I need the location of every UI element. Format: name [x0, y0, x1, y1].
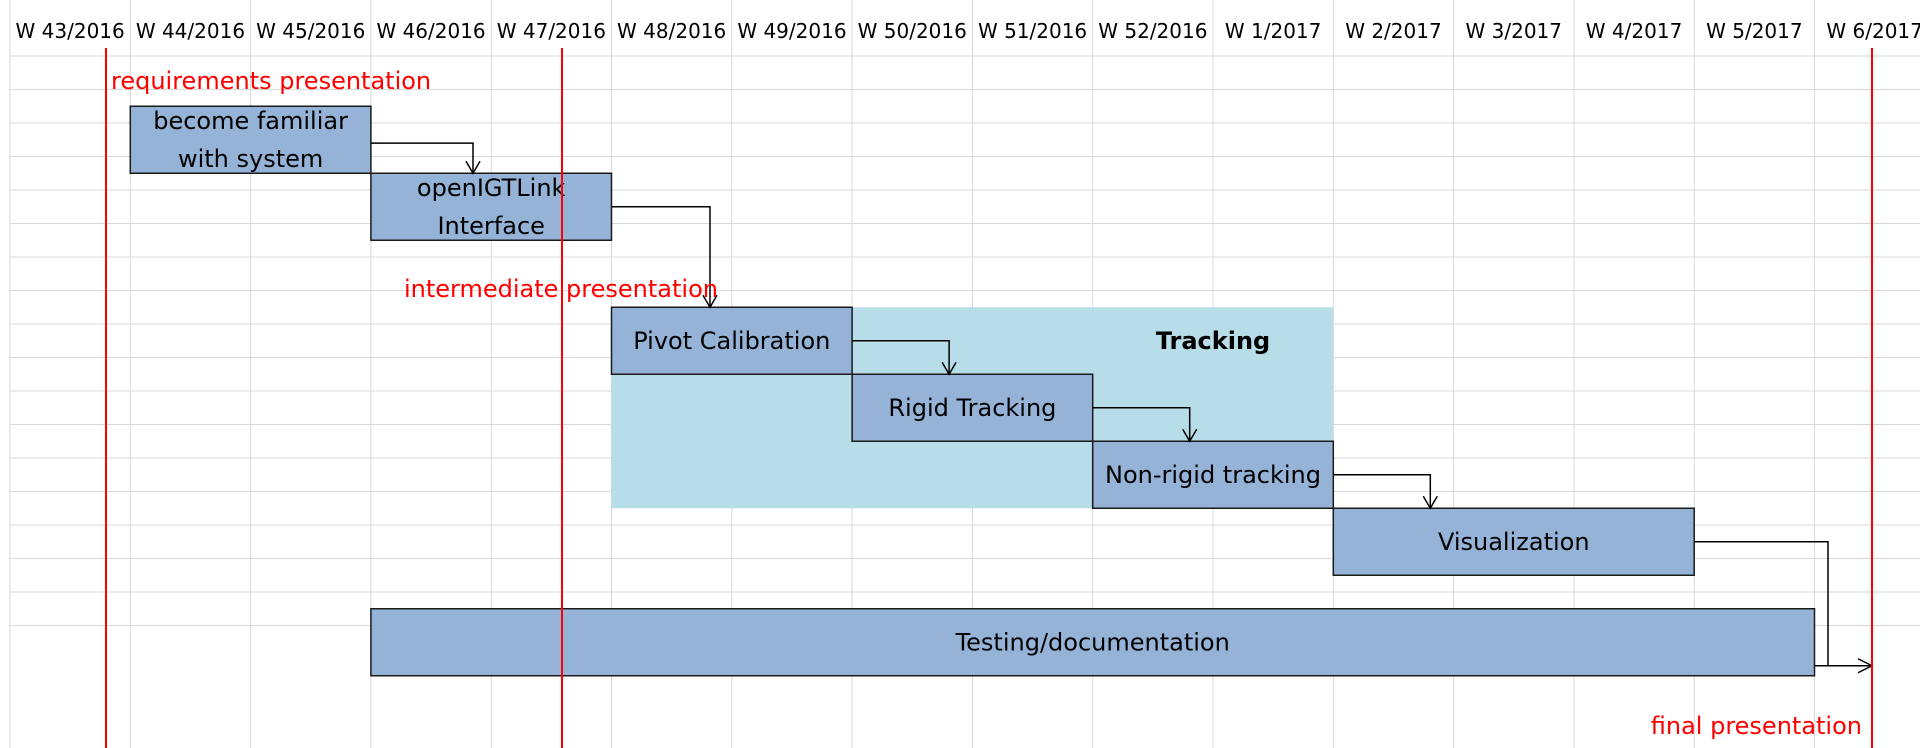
task-label-igtlink: Interface [437, 212, 544, 240]
week-header: W 46/2016 [376, 19, 485, 43]
gantt-chart: W 43/2016 W 44/2016 W 45/2016 W 46/2016 W 47… [9, 0, 1920, 748]
week-header: W 50/2016 [858, 19, 967, 43]
milestone-label-inter: intermediate presentation [404, 275, 718, 303]
task-label-igtlink: openIGTLink [417, 174, 566, 202]
week-header: W 43/2016 [16, 19, 125, 43]
task-label-familiar: with system [178, 145, 323, 173]
week-header: W 49/2016 [737, 19, 846, 43]
week-header: W 44/2016 [136, 19, 245, 43]
task-label-viz: Visualization [1438, 528, 1590, 556]
milestone-label-req: requirements presentation [111, 67, 431, 95]
week-header: W 51/2016 [978, 19, 1087, 43]
task-label-rigid: Rigid Tracking [888, 394, 1056, 422]
week-header: W 4/2017 [1586, 19, 1683, 43]
week-header: W 5/2017 [1706, 19, 1803, 43]
week-header: W 3/2017 [1466, 19, 1563, 43]
task-label-testing: Testing/documentation [955, 628, 1230, 656]
week-header: W 52/2016 [1098, 19, 1207, 43]
week-header: W 2/2017 [1345, 19, 1442, 43]
dependency-familiar-igtlink [370, 142, 474, 174]
task-label-nonrigid: Non-rigid tracking [1105, 461, 1321, 489]
week-header: W 48/2016 [617, 19, 726, 43]
week-header: W 6/2017 [1826, 19, 1920, 43]
week-header: W 47/2016 [497, 19, 606, 43]
week-header: W 1/2017 [1225, 19, 1322, 43]
week-header: W 45/2016 [256, 19, 365, 43]
task-label-familiar: become familiar [153, 107, 348, 135]
tracking-group-label: Tracking [1156, 327, 1270, 355]
week-headers: W 43/2016 W 44/2016 W 45/2016 W 46/2016 W 47… [16, 19, 1920, 43]
milestone-label-final: final presentation [1651, 712, 1862, 740]
task-label-pivot: Pivot Calibration [633, 327, 830, 355]
